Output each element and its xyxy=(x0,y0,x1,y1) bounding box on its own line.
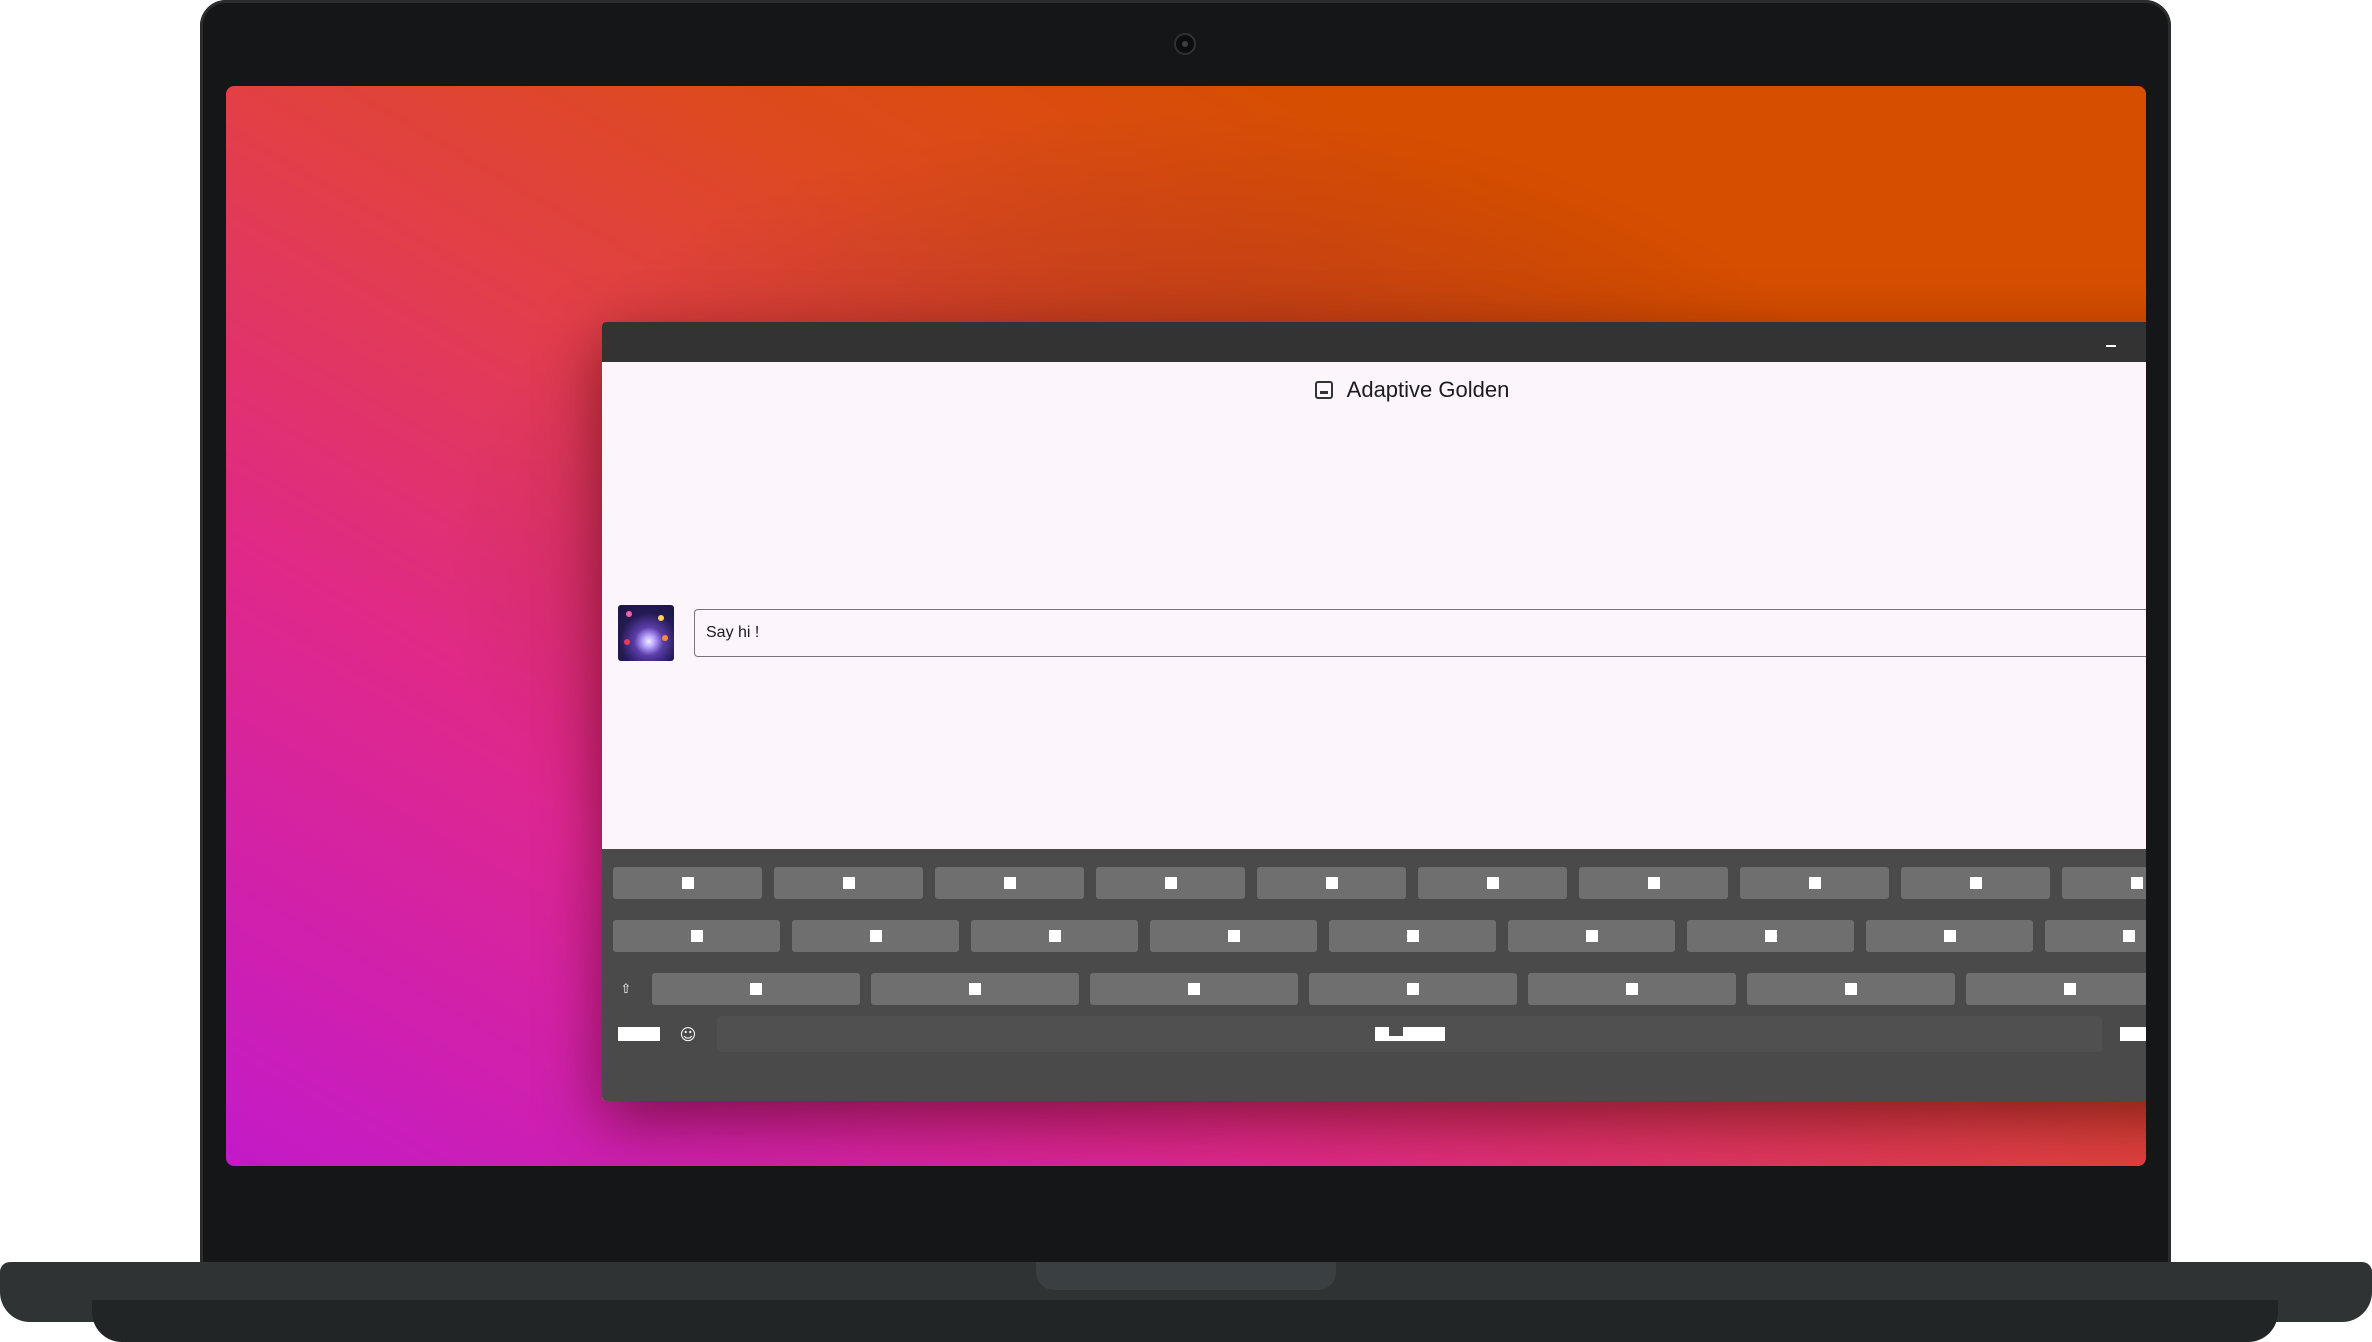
key-glyph xyxy=(1647,877,1660,889)
shift-icon: ⇧ xyxy=(620,981,632,997)
keyboard-key[interactable] xyxy=(1090,973,1298,1005)
laptop-base-bottom xyxy=(92,1300,2278,1342)
keyboard-key[interactable] xyxy=(1150,920,1317,952)
image-icon xyxy=(1314,381,1333,399)
keyboard-key[interactable] xyxy=(2045,920,2146,952)
keyboard-key[interactable] xyxy=(1096,867,1245,899)
laptop-hinge-notch xyxy=(1036,1262,1336,1290)
keyboard-key[interactable] xyxy=(1901,867,2050,899)
key-glyph xyxy=(869,930,882,942)
key-glyph xyxy=(1227,930,1240,942)
shift-key[interactable]: ⇧ xyxy=(613,973,639,1005)
message-input-placeholder: Say hi ! xyxy=(706,624,760,641)
key-glyph xyxy=(1969,877,1982,889)
keyboard-key[interactable] xyxy=(1309,973,1517,1005)
keyboard-key[interactable] xyxy=(1740,867,1889,899)
keyboard-key[interactable] xyxy=(1966,973,2146,1005)
key-glyph xyxy=(969,983,981,995)
keyboard-key[interactable] xyxy=(613,867,762,899)
keyboard-key[interactable] xyxy=(2062,867,2146,899)
keyboard-key[interactable] xyxy=(613,920,780,952)
enter-key-label xyxy=(2120,1027,2146,1041)
key-glyph xyxy=(1048,930,1061,942)
message-input[interactable]: Say hi ! xyxy=(694,609,2146,657)
keyboard-key[interactable] xyxy=(1418,867,1567,899)
key-glyph xyxy=(1845,983,1857,995)
window-titlebar[interactable]: ✕ xyxy=(602,322,2146,362)
on-screen-keyboard: ⇧ ⌫ ☺ xyxy=(602,849,2146,1101)
keyboard-key[interactable] xyxy=(652,973,860,1005)
avatar-sparkle xyxy=(626,611,632,617)
keyboard-key[interactable] xyxy=(1257,867,1406,899)
minimize-button[interactable] xyxy=(2099,330,2123,354)
key-glyph xyxy=(1486,877,1499,889)
keyboard-key[interactable] xyxy=(1508,920,1675,952)
key-glyph xyxy=(681,877,694,889)
keyboard-key[interactable] xyxy=(792,920,959,952)
key-glyph xyxy=(1325,877,1338,889)
key-glyph xyxy=(1188,983,1200,995)
keyboard-key[interactable] xyxy=(1528,973,1736,1005)
symbols-key[interactable] xyxy=(618,1016,660,1052)
keyboard-key[interactable] xyxy=(935,867,1084,899)
keyboard-key[interactable] xyxy=(871,973,1079,1005)
minimize-icon xyxy=(2106,345,2116,347)
key-glyph xyxy=(1943,930,1956,942)
app-header: Adaptive Golden xyxy=(602,362,2146,418)
symbols-key-label xyxy=(618,1027,660,1041)
keyboard-key[interactable] xyxy=(1579,867,1728,899)
avatar-sparkle xyxy=(624,639,630,645)
app-window: ✕ Adaptive Golden Say hi ! xyxy=(602,322,2146,1101)
keyboard-key[interactable] xyxy=(971,920,1138,952)
key-glyph xyxy=(1164,877,1177,889)
key-glyph xyxy=(690,930,703,942)
webcam-icon xyxy=(1174,33,1196,55)
keyboard-key[interactable] xyxy=(774,867,923,899)
emoji-key[interactable]: ☺ xyxy=(674,1016,702,1052)
key-glyph xyxy=(842,877,855,889)
key-glyph xyxy=(1626,983,1638,995)
space-key-label xyxy=(1374,1027,1445,1041)
maximize-button[interactable] xyxy=(2143,330,2146,354)
keyboard-key[interactable] xyxy=(1329,920,1496,952)
key-glyph xyxy=(2130,877,2143,889)
key-glyph xyxy=(1808,877,1821,889)
keyboard-key[interactable] xyxy=(1687,920,1854,952)
enter-key[interactable] xyxy=(2112,1016,2146,1052)
space-key[interactable] xyxy=(717,1016,2102,1052)
key-glyph xyxy=(2122,930,2135,942)
key-glyph xyxy=(750,983,762,995)
avatar-sparkle xyxy=(658,615,664,621)
keyboard-key[interactable] xyxy=(1747,973,1955,1005)
key-glyph xyxy=(1406,930,1419,942)
key-glyph xyxy=(1003,877,1016,889)
keyboard-key[interactable] xyxy=(1866,920,2033,952)
key-glyph xyxy=(1764,930,1777,942)
key-glyph xyxy=(1407,983,1419,995)
avatar[interactable] xyxy=(618,605,674,661)
page-title: Adaptive Golden xyxy=(1346,377,1510,402)
key-glyph xyxy=(2064,983,2076,995)
emoji-icon: ☺ xyxy=(679,1024,697,1044)
desktop-wallpaper: ✕ Adaptive Golden Say hi ! xyxy=(226,86,2146,1166)
avatar-sparkle xyxy=(662,635,668,641)
key-glyph xyxy=(1585,930,1598,942)
